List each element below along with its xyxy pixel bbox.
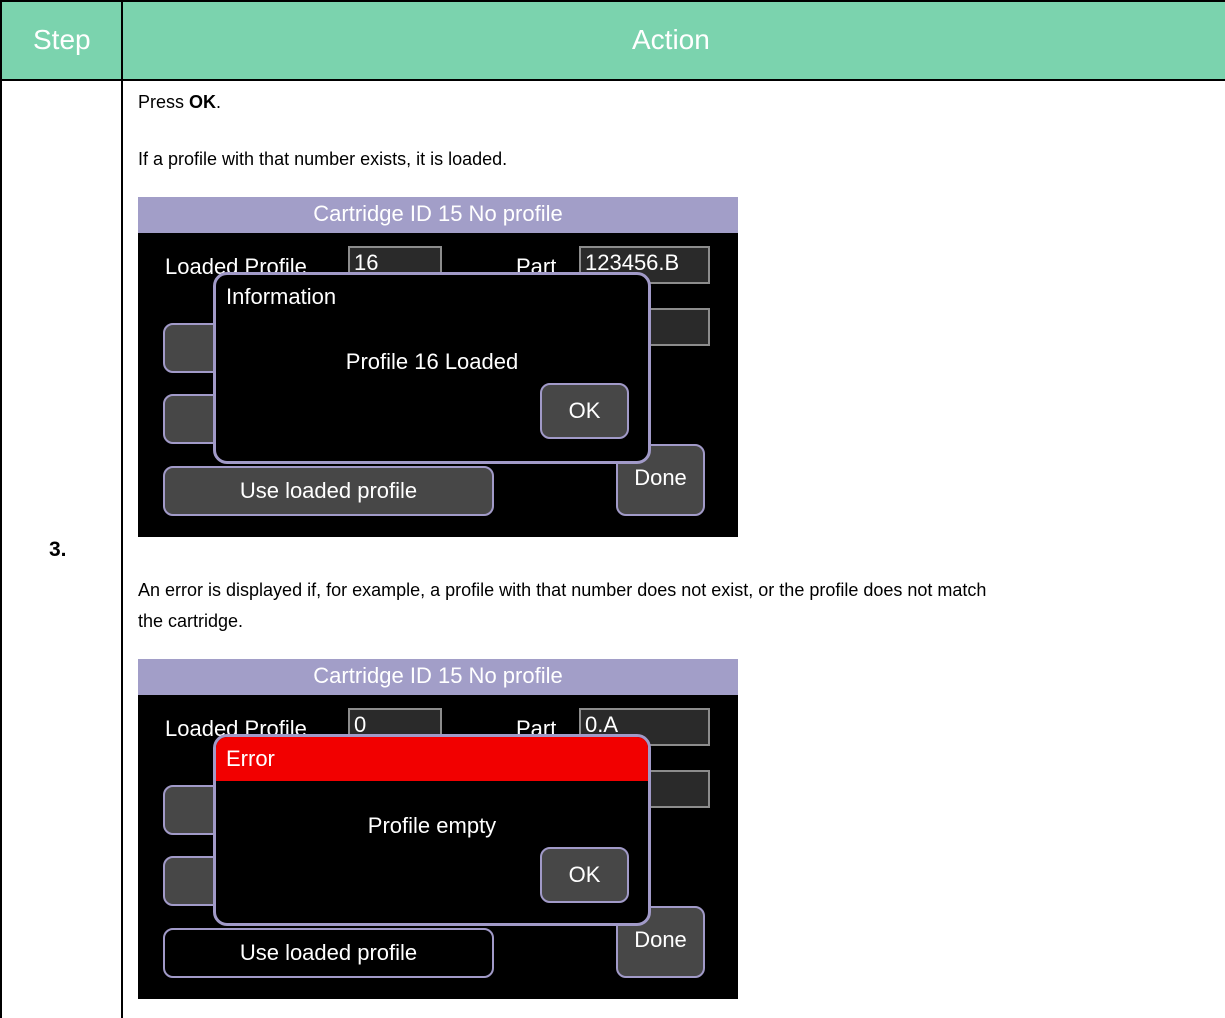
step-number: 3. xyxy=(49,538,67,561)
information-dialog: Information Profile 16 Loaded OK xyxy=(213,272,651,464)
dialog-message: Profile 16 Loaded xyxy=(345,349,519,374)
table-header: Step Action xyxy=(0,0,1225,80)
table-border-top xyxy=(0,0,1225,2)
header-action: Action xyxy=(632,24,710,55)
use-loaded-profile-button[interactable]: Use loaded profile xyxy=(163,928,494,978)
error-description-line2: the cartridge. xyxy=(138,611,244,631)
press-prefix: Press xyxy=(138,92,190,112)
table-border-left xyxy=(0,0,2,1018)
dialog-title: Error xyxy=(216,737,648,781)
error-dialog: Error Profile empty OK xyxy=(213,734,651,926)
loaded-description: If a profile with that number exists, it… xyxy=(138,149,508,169)
press-ok-instruction: Press OK. xyxy=(138,88,221,116)
dialog-message: Profile empty xyxy=(367,813,497,838)
ok-button[interactable]: OK xyxy=(540,847,629,903)
screen-title: Cartridge ID 15 No profile xyxy=(138,659,738,695)
ok-button[interactable]: OK xyxy=(540,383,629,439)
use-loaded-profile-button[interactable]: Use loaded profile xyxy=(163,466,494,516)
press-suffix: . xyxy=(216,92,222,112)
device-screen-error: Cartridge ID 15 No profile Loaded Profil… xyxy=(138,659,738,999)
error-description-line1: An error is displayed if, for example, a… xyxy=(138,580,987,600)
device-screen-information: Cartridge ID 15 No profile Loaded Profil… xyxy=(138,197,738,537)
header-step: Step xyxy=(33,24,91,55)
column-divider xyxy=(121,0,123,1018)
screen-title: Cartridge ID 15 No profile xyxy=(138,197,738,233)
press-key: OK xyxy=(189,92,217,112)
header-divider xyxy=(0,79,1225,81)
dialog-title: Information xyxy=(226,284,337,309)
